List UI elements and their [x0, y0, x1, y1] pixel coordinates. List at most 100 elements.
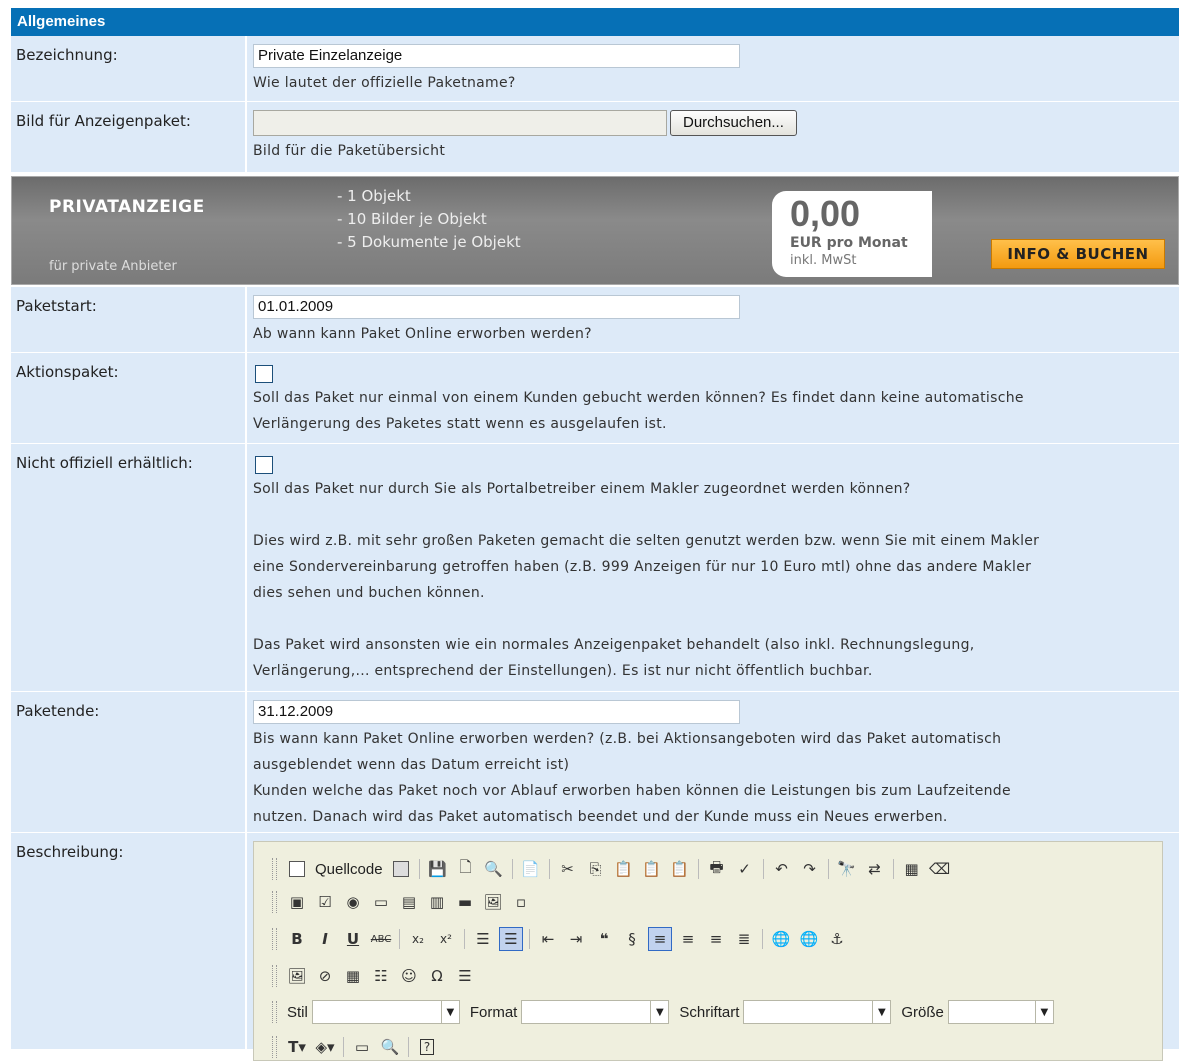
radio-icon[interactable]: ◉ — [341, 890, 365, 914]
align-right-icon[interactable]: ≡ — [704, 927, 728, 951]
size-dropdown[interactable]: ▼ — [947, 1000, 1054, 1024]
select-all-icon[interactable]: ▦ — [900, 857, 924, 881]
row-nicht-offiziell: Nicht offiziell erhältlich: Soll das Pak… — [11, 444, 1179, 692]
nicht-offiziell-hint-4: dies sehen und buchen können. — [253, 585, 485, 601]
paketende-input[interactable]: 31.12.2009 — [253, 700, 740, 724]
copy-icon[interactable]: ⎘ — [584, 857, 608, 881]
smiley-icon[interactable]: ☺ — [397, 964, 421, 988]
package-preview-banner: PRIVATANZEIGE für private Anbieter - 1 O… — [11, 176, 1179, 285]
format-dropdown[interactable]: ▼ — [521, 1000, 670, 1024]
aktionspaket-hint-2: Verlängerung des Paketes statt wenn es a… — [253, 416, 667, 432]
browse-button[interactable]: Durchsuchen... — [670, 110, 797, 136]
row-paketende: Paketende: 31.12.2009 Bis wann kann Pake… — [11, 692, 1179, 833]
anchor-icon[interactable]: ⚓ — [825, 927, 849, 951]
toolbar-row-4: 🖼 ⊘ ▦ ☷ ☺ Ω ☰ — [272, 961, 479, 991]
info-buy-button[interactable]: INFO & BUCHEN — [991, 239, 1165, 269]
new-page-icon[interactable]: 🗋 — [454, 857, 478, 881]
banner-title: PRIVATANZEIGE — [49, 197, 205, 217]
toolbar-separator — [408, 1037, 409, 1057]
price-unit: EUR pro Monat — [790, 235, 908, 251]
section-header: Allgemeines — [11, 8, 1179, 36]
blockquote-icon[interactable]: ❝ — [592, 927, 616, 951]
text-color-icon[interactable]: T▾ — [285, 1035, 309, 1059]
paste-text-icon[interactable]: 📋 — [640, 857, 664, 881]
find-icon[interactable]: 🔭 — [835, 857, 859, 881]
flash-icon[interactable]: ⊘ — [313, 964, 337, 988]
special-char-icon[interactable]: Ω — [425, 964, 449, 988]
select-field-icon[interactable]: ▥ — [425, 890, 449, 914]
paketstart-hint: Ab wann kann Paket Online erworben werde… — [253, 326, 592, 342]
aktionspaket-label: Aktionspaket: — [16, 363, 119, 381]
numbered-list-icon[interactable]: ☰ — [471, 927, 495, 951]
div-container-icon[interactable]: § — [620, 927, 644, 951]
bild-file-field[interactable] — [253, 110, 667, 136]
maximize-icon[interactable]: ▭ — [350, 1035, 374, 1059]
hidden-field-icon[interactable]: ▫ — [509, 890, 533, 914]
style-dropdown[interactable]: ▼ — [311, 1000, 460, 1024]
subscript-icon[interactable]: x₂ — [406, 927, 430, 951]
aktionspaket-checkbox[interactable] — [255, 365, 273, 383]
row-beschreibung: Beschreibung: Quellcode 💾 🗋 🔍 📄 ✂ ⎘ 📋 📋 … — [11, 833, 1179, 1061]
help-icon[interactable]: ? — [415, 1035, 439, 1059]
strikethrough-icon[interactable]: ABC — [369, 927, 393, 951]
align-center-icon[interactable]: ≡ — [676, 927, 700, 951]
spellcheck-icon[interactable]: ✓ — [733, 857, 757, 881]
size-label: Größe — [901, 1003, 944, 1021]
textarea-icon[interactable]: ▤ — [397, 890, 421, 914]
redo-icon[interactable]: ↷ — [798, 857, 822, 881]
page-break-icon[interactable]: ☰ — [453, 964, 477, 988]
bezeichnung-hint: Wie lautet der offizielle Paketname? — [253, 75, 516, 91]
indent-icon[interactable]: ⇥ — [564, 927, 588, 951]
nicht-offiziell-hint-3: eine Sondervereinbarung getroffen haben … — [253, 559, 1032, 575]
undo-icon[interactable]: ↶ — [770, 857, 794, 881]
bezeichnung-input[interactable]: Private Einzelanzeige — [253, 44, 740, 68]
show-blocks-icon[interactable]: 🔍 — [378, 1035, 402, 1059]
feature-item: - 1 Objekt — [337, 187, 411, 205]
paketstart-input[interactable]: 01.01.2009 — [253, 295, 740, 319]
templates-icon[interactable] — [389, 857, 413, 881]
button-field-icon[interactable]: ▬ — [453, 890, 477, 914]
toolbar-separator — [548, 859, 550, 879]
print-icon[interactable]: 🖶 — [705, 857, 729, 881]
source-icon[interactable] — [285, 857, 309, 881]
superscript-icon[interactable]: x² — [434, 927, 458, 951]
nicht-offiziell-hint-5: Das Paket wird ansonsten wie ein normale… — [253, 637, 975, 653]
banner-subtitle: für private Anbieter — [49, 259, 177, 274]
row-bild: Bild für Anzeigenpaket: Durchsuchen... B… — [11, 102, 1179, 173]
toolbar-separator — [399, 929, 400, 949]
bulleted-list-icon[interactable]: ☰ — [499, 927, 523, 951]
justify-icon[interactable]: ≣ — [732, 927, 756, 951]
align-left-icon[interactable]: ≡ — [648, 927, 672, 951]
document-icon[interactable]: 📄 — [519, 857, 543, 881]
nicht-offiziell-checkbox[interactable] — [255, 456, 273, 474]
image-button-icon[interactable]: 🖼 — [481, 890, 505, 914]
image-icon[interactable]: 🖼 — [285, 964, 309, 988]
paketende-hint-1: Bis wann kann Paket Online erworben werd… — [253, 731, 1002, 747]
nicht-offiziell-label: Nicht offiziell erhältlich: — [16, 454, 193, 472]
toolbar-separator — [511, 859, 513, 879]
textfield-icon[interactable]: ▭ — [369, 890, 393, 914]
source-label[interactable]: Quellcode — [315, 861, 383, 878]
toolbar-row-2: ▣ ☑ ◉ ▭ ▤ ▥ ▬ 🖼 ▫ — [272, 887, 535, 917]
link-icon[interactable]: 🌐 — [769, 927, 793, 951]
paste-icon[interactable]: 📋 — [612, 857, 636, 881]
underline-icon[interactable]: U — [341, 927, 365, 951]
cut-icon[interactable]: ✂ — [556, 857, 580, 881]
remove-format-icon[interactable]: ⌫ — [928, 857, 952, 881]
bg-color-icon[interactable]: ◈▾ — [313, 1035, 337, 1059]
horizontal-rule-icon[interactable]: ☷ — [369, 964, 393, 988]
paste-word-icon[interactable]: 📋 — [668, 857, 692, 881]
table-icon[interactable]: ▦ — [341, 964, 365, 988]
font-dropdown[interactable]: ▼ — [743, 1000, 892, 1024]
checkbox-icon[interactable]: ☑ — [313, 890, 337, 914]
unlink-icon[interactable]: 🌐 — [797, 927, 821, 951]
italic-icon[interactable]: I — [313, 927, 337, 951]
outdent-icon[interactable]: ⇤ — [536, 927, 560, 951]
preview-icon[interactable]: 🔍 — [482, 857, 506, 881]
form-icon[interactable]: ▣ — [285, 890, 309, 914]
save-icon[interactable]: 💾 — [426, 857, 450, 881]
replace-icon[interactable]: ⇄ — [863, 857, 887, 881]
bild-hint: Bild für die Paketübersicht — [253, 143, 446, 159]
bold-icon[interactable]: B — [285, 927, 309, 951]
toolbar-row-5: Stil ▼ Format ▼ Schriftart ▼ Größe ▼ — [272, 997, 1060, 1027]
